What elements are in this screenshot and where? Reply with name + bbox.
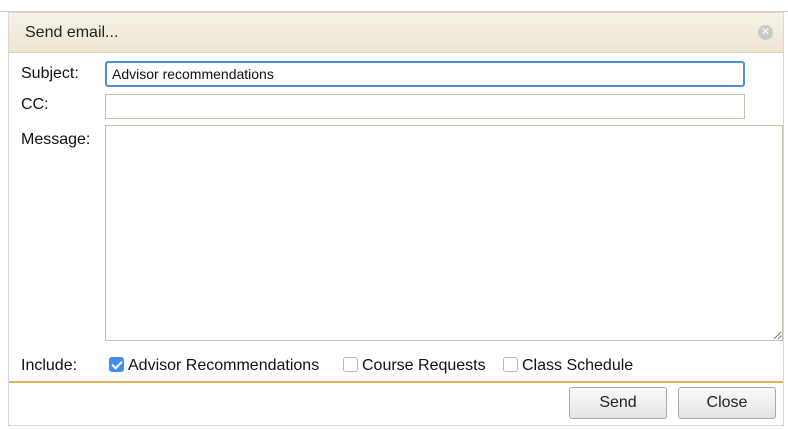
message-textarea[interactable] (105, 125, 783, 341)
close-circle-icon[interactable]: ✕ (758, 25, 773, 40)
checkbox-advisor-recommendations[interactable] (109, 357, 124, 372)
checkbox-course-requests[interactable] (343, 357, 358, 372)
option-label: Class Schedule (522, 357, 634, 374)
send-button[interactable]: Send (569, 387, 667, 419)
include-option-course-requests[interactable]: Course Requests (343, 357, 486, 375)
include-option-advisor-recommendations[interactable]: Advisor Recommendations (109, 357, 319, 375)
checkbox-class-schedule[interactable] (503, 357, 518, 372)
subject-input[interactable] (105, 61, 745, 87)
send-email-dialog: Send email... ✕ Subject: CC: Message: In… (8, 12, 784, 426)
option-label: Course Requests (362, 357, 486, 374)
cc-label: CC: (21, 96, 49, 113)
dialog-title: Send email... (25, 24, 119, 41)
include-label: Include: (21, 357, 78, 374)
include-option-class-schedule[interactable]: Class Schedule (503, 357, 633, 375)
option-label: Advisor Recommendations (128, 357, 320, 374)
button-bar-divider (9, 381, 783, 383)
subject-label: Subject: (21, 65, 79, 82)
message-label: Message: (21, 131, 91, 148)
dialog-titlebar[interactable]: Send email... ✕ (9, 13, 783, 53)
cc-input[interactable] (105, 94, 745, 119)
close-button[interactable]: Close (678, 387, 776, 419)
